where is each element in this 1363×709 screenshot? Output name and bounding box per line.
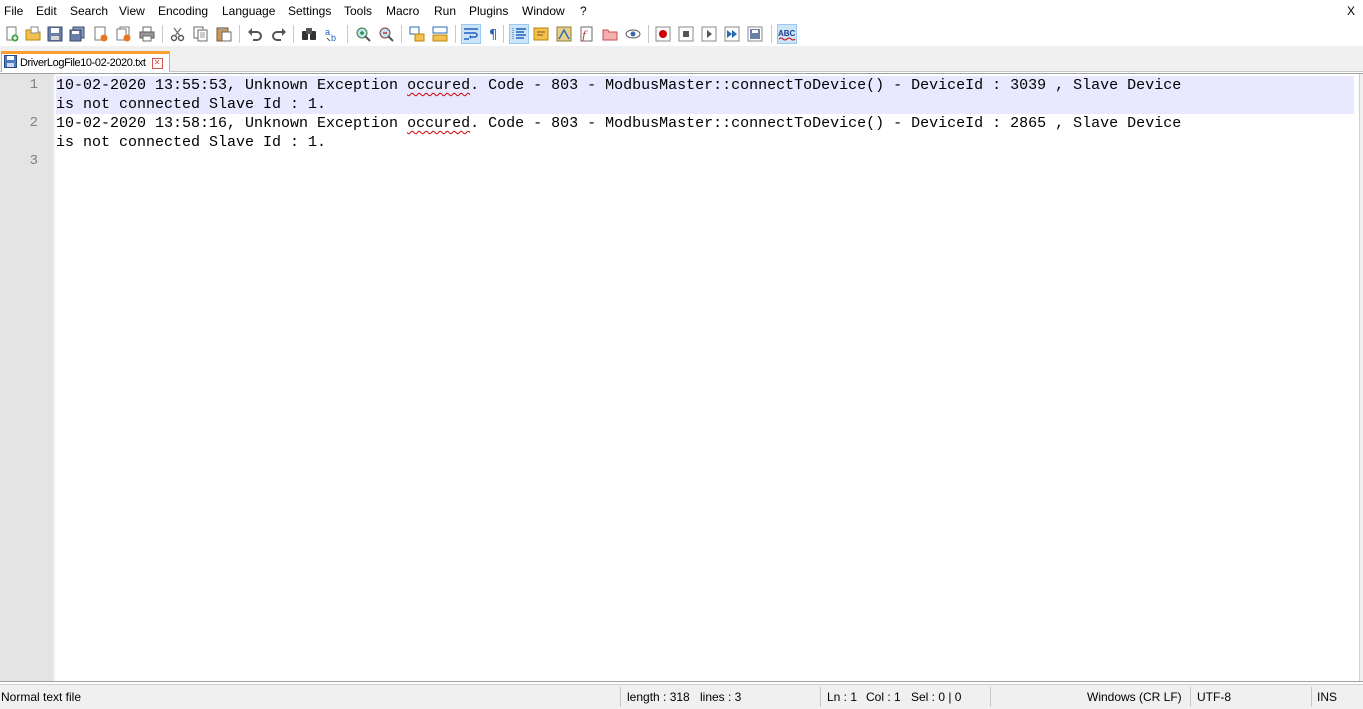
menu-language[interactable]: Language	[222, 4, 275, 18]
line-number: 3	[29, 153, 38, 169]
status-separator	[990, 687, 991, 707]
spell-check-icon[interactable]: ABC	[777, 24, 797, 44]
status-separator	[1311, 687, 1312, 707]
copy-icon[interactable]	[192, 25, 210, 43]
replace-icon[interactable]: ab	[323, 25, 341, 43]
svg-text:b: b	[331, 33, 336, 42]
function-list-icon[interactable]: f	[578, 25, 596, 43]
status-eol[interactable]: Windows (CR LF)	[1087, 690, 1182, 704]
close-document-button[interactable]: X	[1347, 4, 1355, 18]
code-text: 10-02-2020 13:58:16, Unknown Exception	[56, 115, 408, 132]
menu-macro[interactable]: Macro	[386, 4, 419, 18]
menu-run[interactable]: Run	[434, 4, 456, 18]
menu-file[interactable]: File	[4, 4, 23, 18]
menu-tools[interactable]: Tools	[344, 4, 372, 18]
menu-window[interactable]: Window	[522, 4, 565, 18]
toolbar-separator	[293, 25, 294, 43]
open-file-icon[interactable]	[24, 25, 42, 43]
code-text: . Code - 803 - ModbusMaster::connectToDe…	[470, 115, 1182, 132]
zoom-in-icon[interactable]	[354, 25, 372, 43]
status-insert-mode: INS	[1317, 690, 1338, 704]
toolbar-separator	[162, 25, 163, 43]
code-line: 10-02-2020 13:58:16, Unknown Exception o…	[56, 114, 1354, 133]
menu-search[interactable]: Search	[70, 4, 108, 18]
svg-text:¶: ¶	[489, 28, 497, 42]
sync-vertical-scroll-icon[interactable]	[408, 25, 426, 43]
record-macro-icon[interactable]	[654, 25, 672, 43]
status-separator	[820, 687, 821, 707]
status-encoding[interactable]: UTF-8	[1197, 690, 1231, 704]
zoom-out-icon[interactable]	[377, 25, 395, 43]
play-macro-icon[interactable]	[700, 25, 718, 43]
toolbar-separator	[503, 25, 504, 43]
show-all-characters-icon[interactable]: ¶	[485, 25, 503, 43]
text-editor[interactable]: 1 2 3 10-02-2020 13:55:53, Unknown Excep…	[0, 73, 1363, 682]
code-line: 10-02-2020 13:55:53, Unknown Exception o…	[56, 76, 1354, 95]
status-separator	[1190, 687, 1191, 707]
toolbar-separator	[401, 25, 402, 43]
new-file-icon[interactable]	[3, 25, 21, 43]
svg-text:a: a	[325, 27, 330, 37]
status-length: length : 318	[627, 690, 690, 704]
fold-margin	[53, 74, 55, 681]
misspelled-word: occured	[407, 77, 471, 94]
toolbar-separator	[347, 25, 348, 43]
svg-text:ABC: ABC	[778, 29, 796, 38]
saved-file-icon	[4, 55, 17, 71]
sync-horizontal-scroll-icon[interactable]	[431, 25, 449, 43]
save-all-icon[interactable]	[68, 25, 86, 43]
tab-label: DriverLogFile10-02-2020.txt	[20, 57, 146, 69]
code-text: . Code - 803 - ModbusMaster::connectToDe…	[470, 77, 1182, 94]
status-bar: Normal text file length : 318 lines : 3 …	[0, 684, 1363, 709]
status-sel: Sel : 0 | 0	[911, 690, 962, 704]
menu-help[interactable]: ?	[580, 4, 587, 18]
toolbar: ab ¶ f ABC	[0, 22, 1363, 46]
vertical-scroll-edge[interactable]	[1359, 74, 1363, 681]
status-lines: lines : 3	[700, 690, 742, 704]
stop-macro-icon[interactable]	[677, 25, 695, 43]
line-number: 1	[29, 77, 38, 93]
status-file-type: Normal text file	[1, 690, 82, 704]
status-separator	[620, 687, 621, 707]
run-macro-multiple-icon[interactable]	[723, 25, 741, 43]
line-number: 2	[29, 115, 38, 131]
undo-icon[interactable]	[246, 25, 264, 43]
toolbar-separator	[239, 25, 240, 43]
user-defined-language-icon[interactable]	[532, 25, 550, 43]
save-macro-icon[interactable]	[746, 25, 764, 43]
save-icon[interactable]	[46, 25, 64, 43]
menu-settings[interactable]: Settings	[288, 4, 331, 18]
cut-icon[interactable]	[169, 25, 187, 43]
redo-icon[interactable]	[270, 25, 288, 43]
toolbar-separator	[455, 25, 456, 43]
paste-icon[interactable]	[215, 25, 233, 43]
menu-encoding[interactable]: Encoding	[158, 4, 208, 18]
code-line-wrap: is not connected Slave Id : 1.	[56, 96, 327, 113]
word-wrap-icon[interactable]	[461, 24, 481, 44]
editor-bottom-border	[0, 681, 1363, 682]
menu-view[interactable]: View	[119, 4, 145, 18]
document-map-icon[interactable]	[555, 25, 573, 43]
status-col: Col : 1	[866, 690, 901, 704]
find-icon[interactable]	[300, 25, 318, 43]
status-ln: Ln : 1	[827, 690, 858, 704]
print-icon[interactable]	[138, 25, 156, 43]
tab-bar: DriverLogFile10-02-2020.txt ✕	[0, 46, 1363, 72]
tab-driverlogfile[interactable]: DriverLogFile10-02-2020.txt ✕	[1, 51, 170, 72]
indent-guide-icon[interactable]	[509, 24, 529, 44]
close-icon[interactable]	[92, 25, 110, 43]
code-line-wrap: is not connected Slave Id : 1.	[56, 134, 327, 151]
toolbar-separator	[771, 25, 772, 43]
tab-close-icon[interactable]: ✕	[151, 57, 163, 69]
toolbar-separator	[648, 25, 649, 43]
menu-plugins[interactable]: Plugins	[469, 4, 508, 18]
monitoring-eye-icon[interactable]	[624, 25, 642, 43]
misspelled-word: occured	[407, 115, 471, 132]
code-text: 10-02-2020 13:55:53, Unknown Exception	[56, 77, 408, 94]
menu-edit[interactable]: Edit	[36, 4, 57, 18]
folder-as-workspace-icon[interactable]	[601, 25, 619, 43]
close-all-icon[interactable]	[115, 25, 133, 43]
menu-bar: File Edit Search View Encoding Language …	[0, 0, 1363, 22]
